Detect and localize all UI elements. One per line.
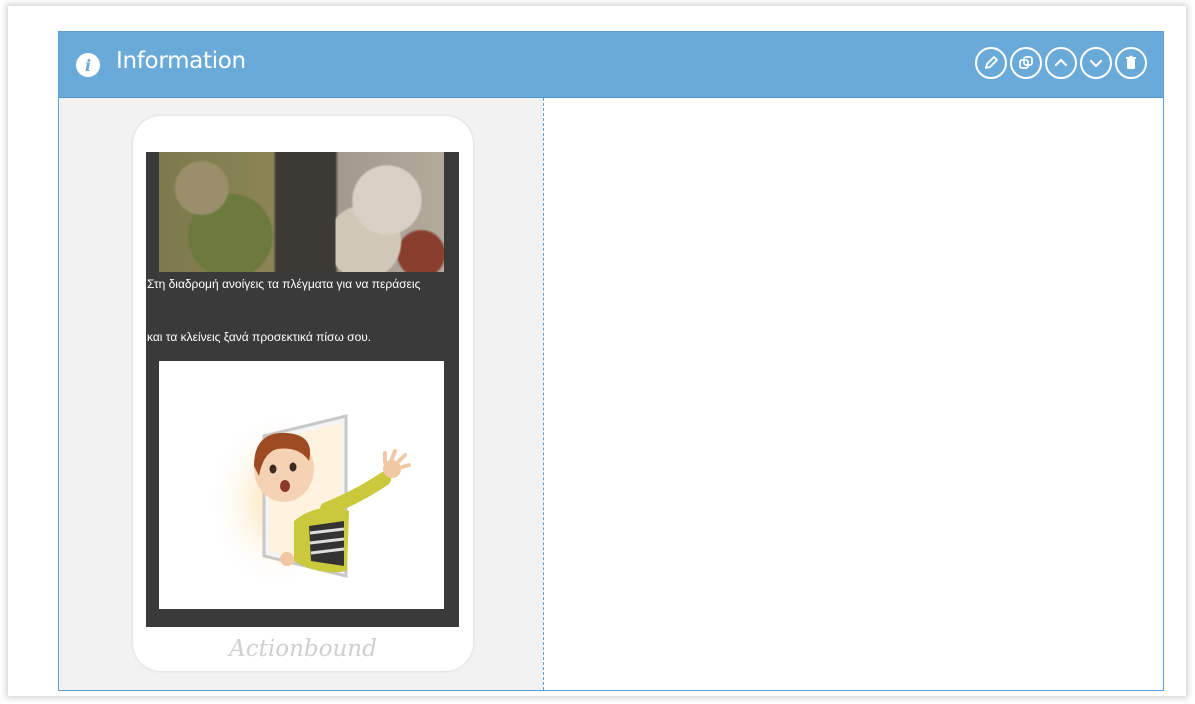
phone-screen: Στη διαδρομή ανοίγεις τα πλέγματα για να… [146,152,459,627]
window-frame: i Information Στη διαδρομή ανοίγεις τα π… [8,6,1186,696]
panel-toolbar [975,47,1147,79]
brand-logo: Actionbound [229,636,377,662]
chevron-up-icon [1054,58,1068,67]
cartoon-character-image [207,411,411,591]
move-down-button[interactable] [1080,47,1112,79]
edit-button[interactable] [975,47,1007,79]
move-up-button[interactable] [1045,47,1077,79]
copy-icon [1019,56,1033,69]
panel-title: Information [116,48,246,74]
caption-line-2: και τα κλείνεις ξανά προσεκτικά πίσω σου… [147,330,372,344]
information-panel: i Information Στη διαδρομή ανοίγεις τα π… [58,31,1164,691]
path-photo [159,152,444,272]
delete-button[interactable] [1115,47,1147,79]
pencil-icon [985,56,998,69]
character-illustration [159,361,444,609]
info-icon: i [76,53,100,77]
caption-line-1: Στη διαδρομή ανοίγεις τα πλέγματα για να… [147,277,421,291]
duplicate-button[interactable] [1010,47,1042,79]
preview-area: Στη διαδρομή ανοίγεις τα πλέγματα για να… [59,98,543,690]
panel-header: i Information [59,32,1163,98]
column-divider [543,98,544,690]
trash-icon [1126,55,1136,69]
chevron-down-icon [1089,59,1103,68]
phone-preview: Στη διαδρομή ανοίγεις τα πλέγματα για να… [133,116,473,671]
